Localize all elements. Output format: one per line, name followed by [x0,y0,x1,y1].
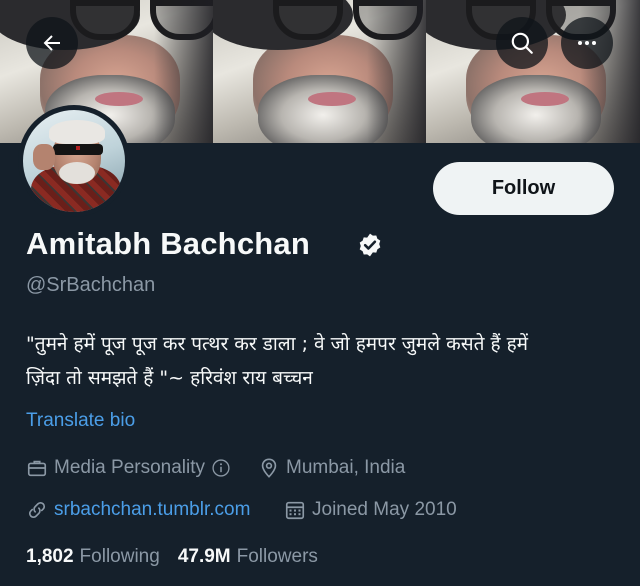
category-label: Media Personality [54,457,206,478]
following-label: Following [79,546,160,567]
avatar[interactable] [18,105,130,217]
following-link[interactable]: 1,802 Following [26,546,160,568]
search-button[interactable] [496,17,548,69]
location-label: Mumbai, India [286,457,406,478]
profile-handle: @SrBachchan [26,274,156,296]
avatar-image [23,110,125,212]
profile-category: Media Personality [26,457,231,479]
profile-joined: Joined May 2010 [284,499,457,521]
profile-website[interactable]: srbachchan.tumblr.com [26,499,250,521]
briefcase-icon [27,460,47,477]
bio-line: "तुमने हमें पूज पूज कर पत्थर कर डाला ; व… [26,333,529,355]
following-count: 1,802 [26,546,74,567]
more-button[interactable] [561,17,613,69]
followers-label: Followers [236,546,318,567]
website-link[interactable]: srbachchan.tumblr.com [54,499,250,521]
follow-stats: 1,802 Following 47.9M Followers [26,546,318,568]
arrow-left-icon [43,35,60,51]
followers-count: 47.9M [177,546,231,567]
calendar-icon [285,501,305,520]
followers-link[interactable]: 47.9M Followers [178,546,318,568]
back-button[interactable] [26,17,78,69]
joined-label: Joined May 2010 [312,499,457,520]
search-icon [511,32,533,54]
profile-name: Amitabh Bachchan [26,226,310,261]
profile-location: Mumbai, India [258,457,405,479]
profile-bio: "तुमने हमें पूज पूज कर पत्थर कर डाला ; व… [26,327,626,395]
verified-badge-icon[interactable] [357,232,383,258]
location-pin-icon [261,458,277,478]
banner-panel [213,0,427,143]
link-icon [28,501,46,519]
translate-bio-link[interactable]: Translate bio [26,410,135,432]
follow-button[interactable]: Follow [433,162,614,215]
more-horizontal-icon [578,41,596,45]
bio-line: ज़िंदा तो समझते हैं "~ हरिवंश राय बच्चन [26,367,313,389]
info-icon[interactable] [211,458,231,478]
